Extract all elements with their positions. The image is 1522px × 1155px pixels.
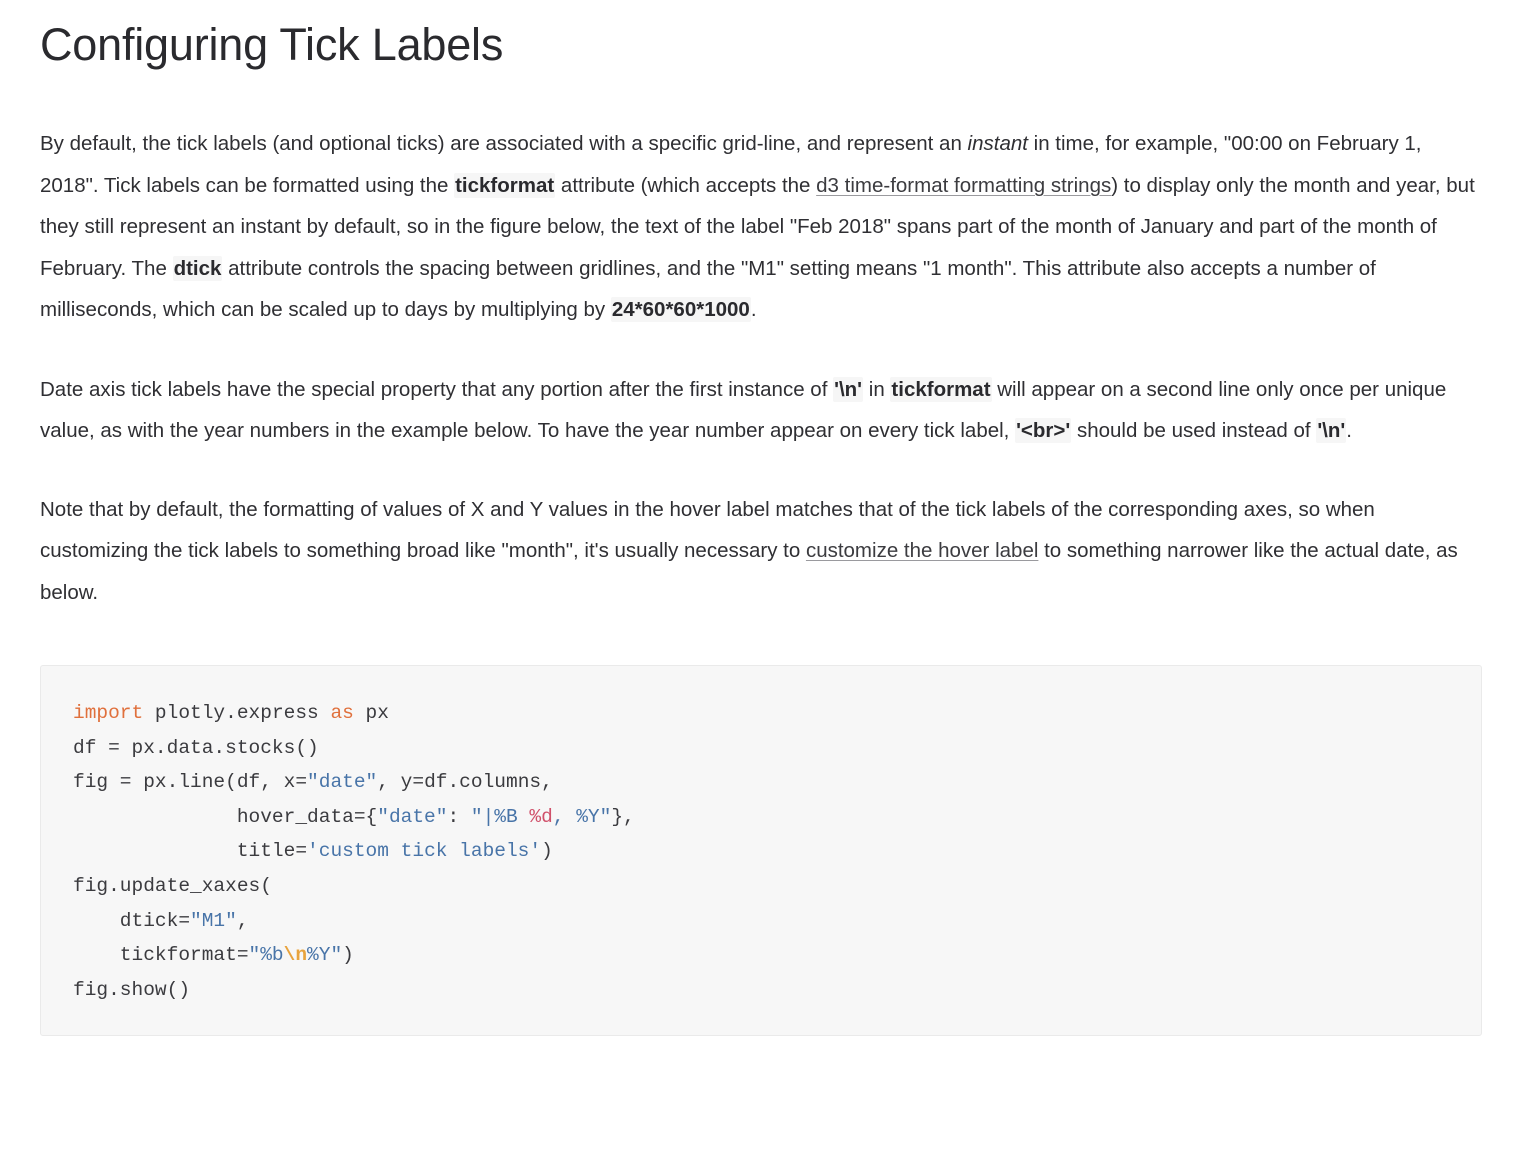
inline-code-milliseconds-expression: 24*60*60*1000 (610, 297, 751, 323)
page-title: Configuring Tick Labels (40, 19, 504, 70)
code-token: df = px.data.stocks() (73, 736, 319, 759)
documentation-page: Configuring Tick Labels By default, the … (0, 0, 1522, 1155)
code-token: : (447, 805, 471, 828)
paragraph-hover-label-note: Note that by default, the formatting of … (40, 489, 1482, 614)
text-fragment: By default, the tick labels (and optiona… (40, 132, 968, 156)
paragraph-tick-labels-intro: By default, the tick labels (and optiona… (40, 123, 1482, 331)
text-fragment: Date axis tick labels have the special p… (40, 377, 834, 401)
paragraph-newline-behavior: Date axis tick labels have the special p… (40, 369, 1482, 452)
code-token: "date" (377, 805, 448, 828)
code-token: , y=df.columns, (377, 771, 553, 794)
text-fragment: attribute (which accepts the (555, 173, 817, 197)
code-token: 'custom tick labels' (307, 840, 542, 863)
inline-code-newline-escape: '\n' (1316, 418, 1347, 444)
emphasis-instant: instant (967, 132, 1028, 156)
inline-code-dtick: dtick (172, 255, 223, 281)
code-token: fig.update_xaxes( (73, 875, 272, 898)
code-token: ) (342, 944, 354, 967)
text-fragment: should be used instead of (1071, 419, 1317, 443)
code-token: , %Y" (552, 805, 612, 828)
inline-code-newline-escape: '\n' (833, 376, 864, 402)
code-token: "date" (307, 771, 378, 794)
code-content[interactable]: import plotly.express as px df = px.data… (41, 696, 1481, 1007)
code-token: as (330, 702, 354, 725)
code-block: import plotly.express as px df = px.data… (40, 665, 1482, 1037)
inline-code-tickformat: tickformat (890, 376, 992, 402)
code-token: fig.show() (73, 978, 191, 1001)
text-fragment: . (1346, 419, 1352, 443)
code-token: , (236, 909, 249, 932)
code-token: tickformat= (73, 944, 249, 967)
code-token: "|%B (470, 805, 530, 828)
inline-code-br-tag: '<br>' (1015, 418, 1072, 444)
link-d3-time-format-formatting-strings[interactable]: d3 time-format formatting strings (816, 174, 1111, 197)
code-token: hover_data={ (73, 805, 378, 828)
text-fragment: in (863, 377, 891, 401)
text-fragment: . (750, 298, 757, 322)
code-token: %d (529, 805, 553, 828)
code-token: "M1" (190, 909, 237, 932)
code-token: px (353, 702, 389, 725)
code-token: fig = px.line(df, x= (73, 771, 308, 794)
code-token: title= (73, 840, 308, 863)
code-token: dtick= (73, 909, 191, 932)
code-token: "%b (248, 944, 284, 967)
code-token: ) (541, 840, 553, 863)
code-token: }, (611, 805, 635, 828)
inline-code-tickformat: tickformat (454, 172, 556, 198)
code-token: import (73, 702, 144, 725)
code-token: \n (283, 944, 308, 967)
code-token: plotly.express (143, 702, 331, 725)
code-token: %Y" (307, 944, 343, 967)
link-customize-the-hover-label[interactable]: customize the hover label (806, 539, 1038, 562)
